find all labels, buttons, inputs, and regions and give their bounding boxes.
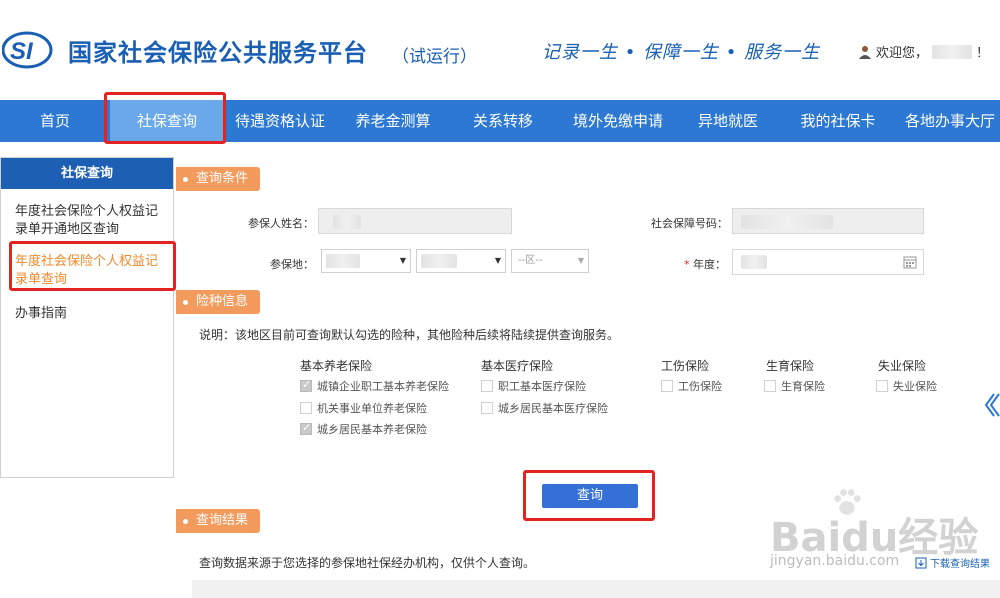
nav-overseas-exemption[interactable]: 境外免缴申请 [556,100,680,142]
checkbox[interactable] [661,380,673,392]
option-resident-medical[interactable]: 城乡居民基本医疗保险 [481,400,608,416]
results-note: 查询数据来源于您选择的参保地社保经办机构，仅供个人查询。 [199,556,536,570]
required-mark: * [684,258,690,271]
year-label: * 年度： [670,256,726,272]
option-label: 工伤保险 [678,380,722,393]
name-label: 参保人姓名： [248,217,314,230]
option-maternity[interactable]: 生育保险 [764,378,825,394]
option-label: 职工基本医疗保险 [498,380,586,393]
ssn-redacted [741,215,833,229]
chevron-down-icon: ▼ [577,256,584,265]
nav-relationship-transfer[interactable]: 关系转移 [450,100,556,142]
option-work-injury[interactable]: 工伤保险 [661,378,722,394]
si-logo: SI [2,31,53,69]
nav-home[interactable]: 首页 [0,100,110,142]
nav-social-security-query[interactable]: 社保查询 [110,100,224,142]
name-redacted [333,215,361,229]
option-unemployment[interactable]: 失业保险 [876,378,937,394]
double-chevron-left-icon[interactable] [984,390,1000,420]
user-icon [859,45,871,59]
ssn-label: 社会保障号码： [651,217,728,230]
option-urban-enterprise-pension[interactable]: 城镇企业职工基本养老保险 [300,378,449,394]
region-label: 参保地： [270,258,314,271]
option-label: 生育保险 [781,380,825,393]
sidebar-item-open-regions[interactable]: 年度社会保险个人权益记录单开通地区查询 [1,203,173,239]
site-title: 国家社会保险公共服务平台 [68,39,368,67]
sidebar-title: 社保查询 [1,158,173,189]
option-label: 失业保险 [893,380,937,393]
svg-text:SI: SI [10,38,34,65]
sidebar-item-guide[interactable]: 办事指南 [1,305,173,323]
welcome-text: 欢迎您， [876,46,929,61]
checkbox[interactable] [300,402,312,414]
nav-pension-calculator[interactable]: 养老金测算 [336,100,450,142]
download-label: 下载查询结果 [930,559,990,570]
checkbox[interactable] [481,380,493,392]
main-nav: 首页 社保查询 待遇资格认证 养老金测算 关系转移 境外免缴申请 异地就医 我的… [0,100,1000,142]
sidebar: 社保查询 年度社会保险个人权益记录单开通地区查询 年度社会保险个人权益记录单查询… [0,157,174,478]
results-table-header [192,580,1000,598]
site-header: SI 国家社会保险公共服务平台 （试运行） 记录一生 • 保障一生 • 服务一生… [0,0,1000,100]
section-insurance-info: 险种信息 [176,290,261,314]
year-field[interactable] [732,249,924,275]
watermark-sub: jingyan.baidu.com [770,553,900,569]
checkbox[interactable] [481,402,493,414]
group-basic-medical: 基本医疗保险 [481,359,554,373]
chevron-down-icon: ▼ [399,256,406,265]
ssn-field[interactable] [732,208,924,234]
welcome-suffix: ！ [976,46,990,61]
group-work-injury: 工伤保险 [661,359,710,373]
option-resident-pension[interactable]: 城乡居民基本养老保险 [300,421,427,437]
checkbox-checked[interactable] [300,421,312,435]
option-employee-medical[interactable]: 职工基本医疗保险 [481,378,586,394]
option-government-pension[interactable]: 机关事业单位养老保险 [300,400,427,416]
download-icon [915,557,927,568]
group-basic-pension: 基本养老保险 [300,359,373,373]
province-select[interactable]: ▼ [321,249,411,273]
checkbox[interactable] [764,380,776,392]
nav-local-halls[interactable]: 各地办事大厅 [900,100,1000,142]
option-label: 机关事业单位养老保险 [317,402,427,415]
name-field[interactable] [318,208,512,234]
group-maternity: 生育保险 [766,359,815,373]
download-results-link[interactable]: 下载查询结果 [915,555,990,570]
sidebar-item-record-query[interactable]: 年度社会保险个人权益记录单查询 [1,253,173,289]
city-redacted [421,254,457,268]
section-query-conditions: 查询条件 [176,167,261,191]
username-redacted [932,44,973,59]
query-button[interactable]: 查询 [542,484,638,508]
group-unemployment: 失业保险 [878,359,927,373]
calendar-icon[interactable] [903,255,917,269]
site-subtitle: （试运行） [392,47,477,67]
nav-my-social-card[interactable]: 我的社保卡 [776,100,900,142]
district-select[interactable]: --区-- ▼ [511,249,589,273]
checkbox[interactable] [876,380,888,392]
chevron-down-icon: ▼ [494,256,501,265]
year-redacted [741,255,767,269]
province-redacted [326,254,360,268]
nav-qualification-certification[interactable]: 待遇资格认证 [224,100,336,142]
section-query-results: 查询结果 [176,509,261,533]
option-label: 城乡居民基本医疗保险 [498,402,608,415]
city-select[interactable]: ▼ [416,249,506,273]
option-label: 城乡居民基本养老保险 [317,423,427,436]
district-placeholder: --区-- [518,255,543,266]
nav-remote-medical[interactable]: 异地就医 [680,100,776,142]
site-slogan: 记录一生 • 保障一生 • 服务一生 [542,42,821,63]
insurance-note: 说明：该地区目前可查询默认勾选的险种，其他险种后续将陆续提供查询服务。 [199,328,620,342]
option-label: 城镇企业职工基本养老保险 [317,380,449,393]
checkbox-checked[interactable] [300,378,312,392]
welcome-user[interactable]: 欢迎您， ！ [858,42,989,61]
year-label-text: 年度： [693,258,726,271]
